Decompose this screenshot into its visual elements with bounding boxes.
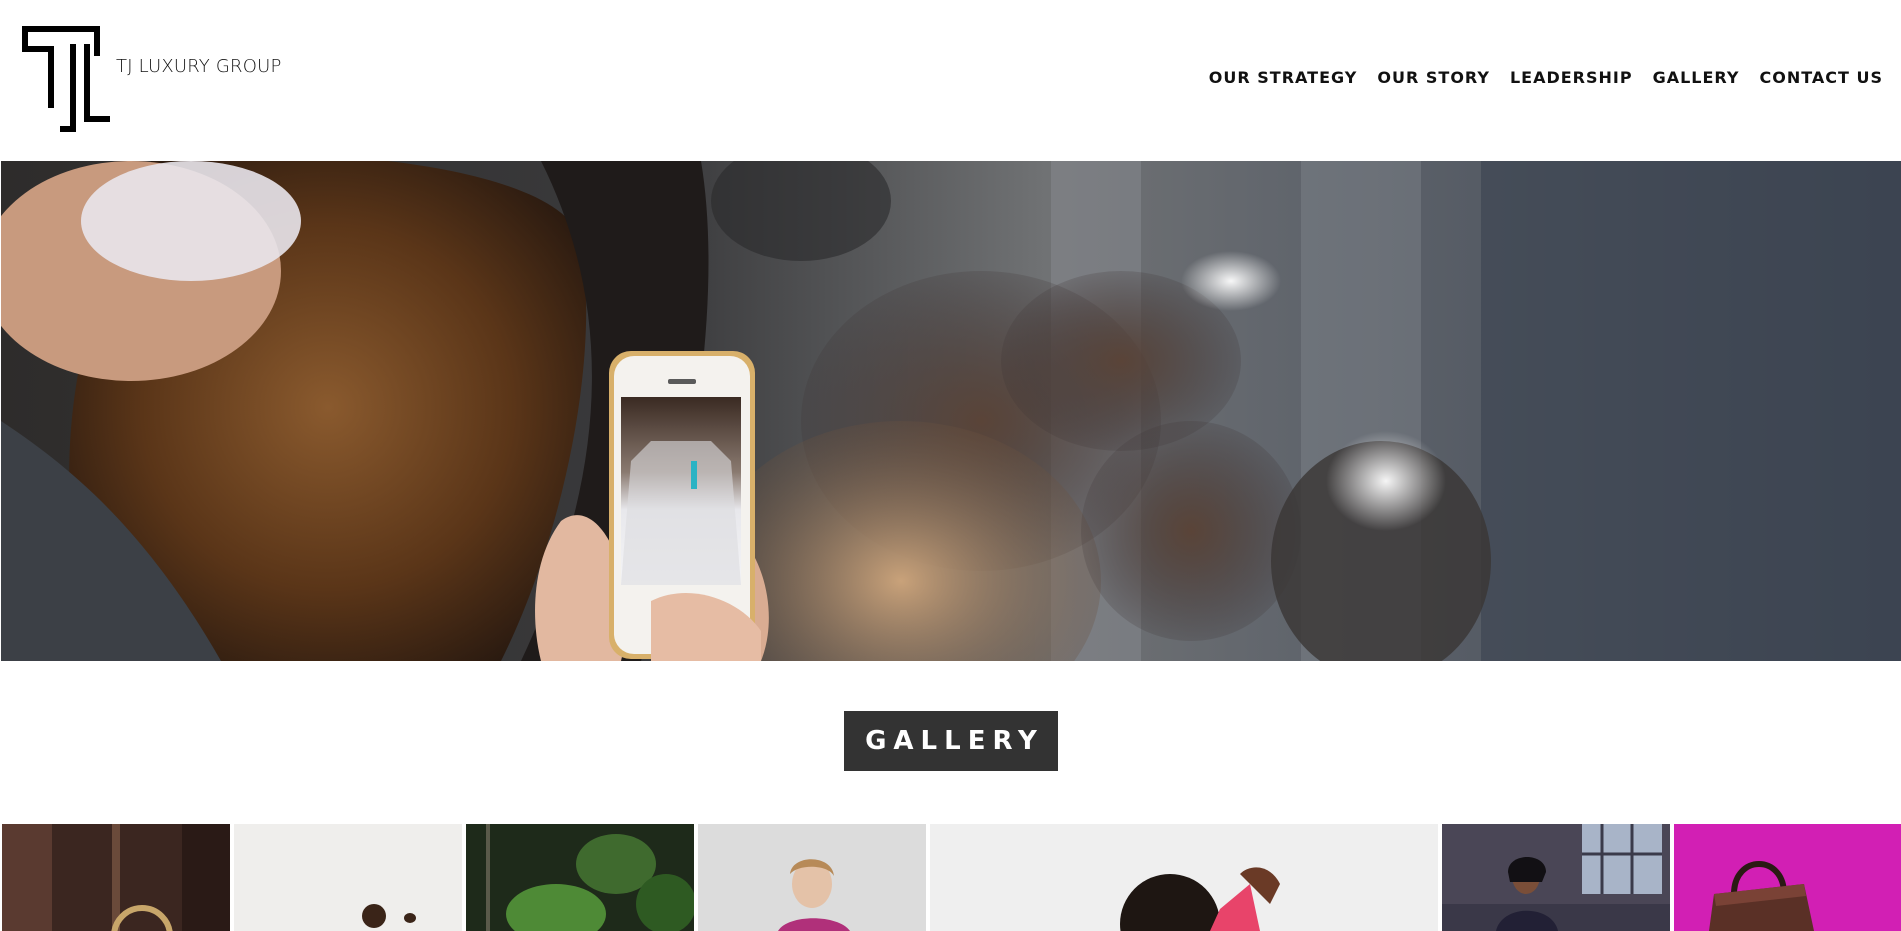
- gallery-tile-3[interactable]: [466, 824, 694, 931]
- gallery-title-box: GALLERY: [844, 711, 1058, 771]
- gallery-tile-5[interactable]: [930, 824, 1438, 931]
- nav-leadership[interactable]: LEADERSHIP: [1510, 68, 1633, 87]
- hero-banner-image: [1, 161, 1901, 661]
- brand-name: TJ LUXURY GROUP: [116, 55, 282, 77]
- nav-our-strategy[interactable]: OUR STRATEGY: [1209, 68, 1358, 87]
- gallery-photo-model-jump: [234, 824, 462, 931]
- site-header: TJ LUXURY GROUP OUR STRATEGY OUR STORY L…: [0, 0, 1901, 161]
- hero-photo-illustration: [1, 161, 1901, 661]
- gallery-tile-7[interactable]: [1674, 824, 1901, 931]
- gallery-photo-handbag: [1674, 824, 1901, 931]
- main-navigation: OUR STRATEGY OUR STORY LEADERSHIP GALLER…: [1209, 68, 1883, 87]
- tj-monogram-icon: [22, 26, 110, 132]
- nav-our-story[interactable]: OUR STORY: [1377, 68, 1490, 87]
- gallery-photo-woman-magenta: [698, 824, 926, 931]
- gallery-heading: GALLERY: [865, 726, 1044, 756]
- gallery-tile-2[interactable]: [234, 824, 462, 931]
- gallery-photo-woman-window: [1442, 824, 1670, 931]
- nav-gallery[interactable]: GALLERY: [1653, 68, 1740, 87]
- gallery-grid: [2, 824, 1901, 931]
- gallery-tile-4[interactable]: [698, 824, 926, 931]
- gallery-photo-interior: [2, 824, 230, 931]
- nav-contact-us[interactable]: CONTACT US: [1759, 68, 1883, 87]
- gallery-photo-garden: [466, 824, 694, 931]
- gallery-tile-6[interactable]: [1442, 824, 1670, 931]
- gallery-photo-model-fabric: [930, 824, 1438, 931]
- brand-logo-link[interactable]: TJ LUXURY GROUP: [20, 24, 282, 134]
- gallery-tile-1[interactable]: [2, 824, 230, 931]
